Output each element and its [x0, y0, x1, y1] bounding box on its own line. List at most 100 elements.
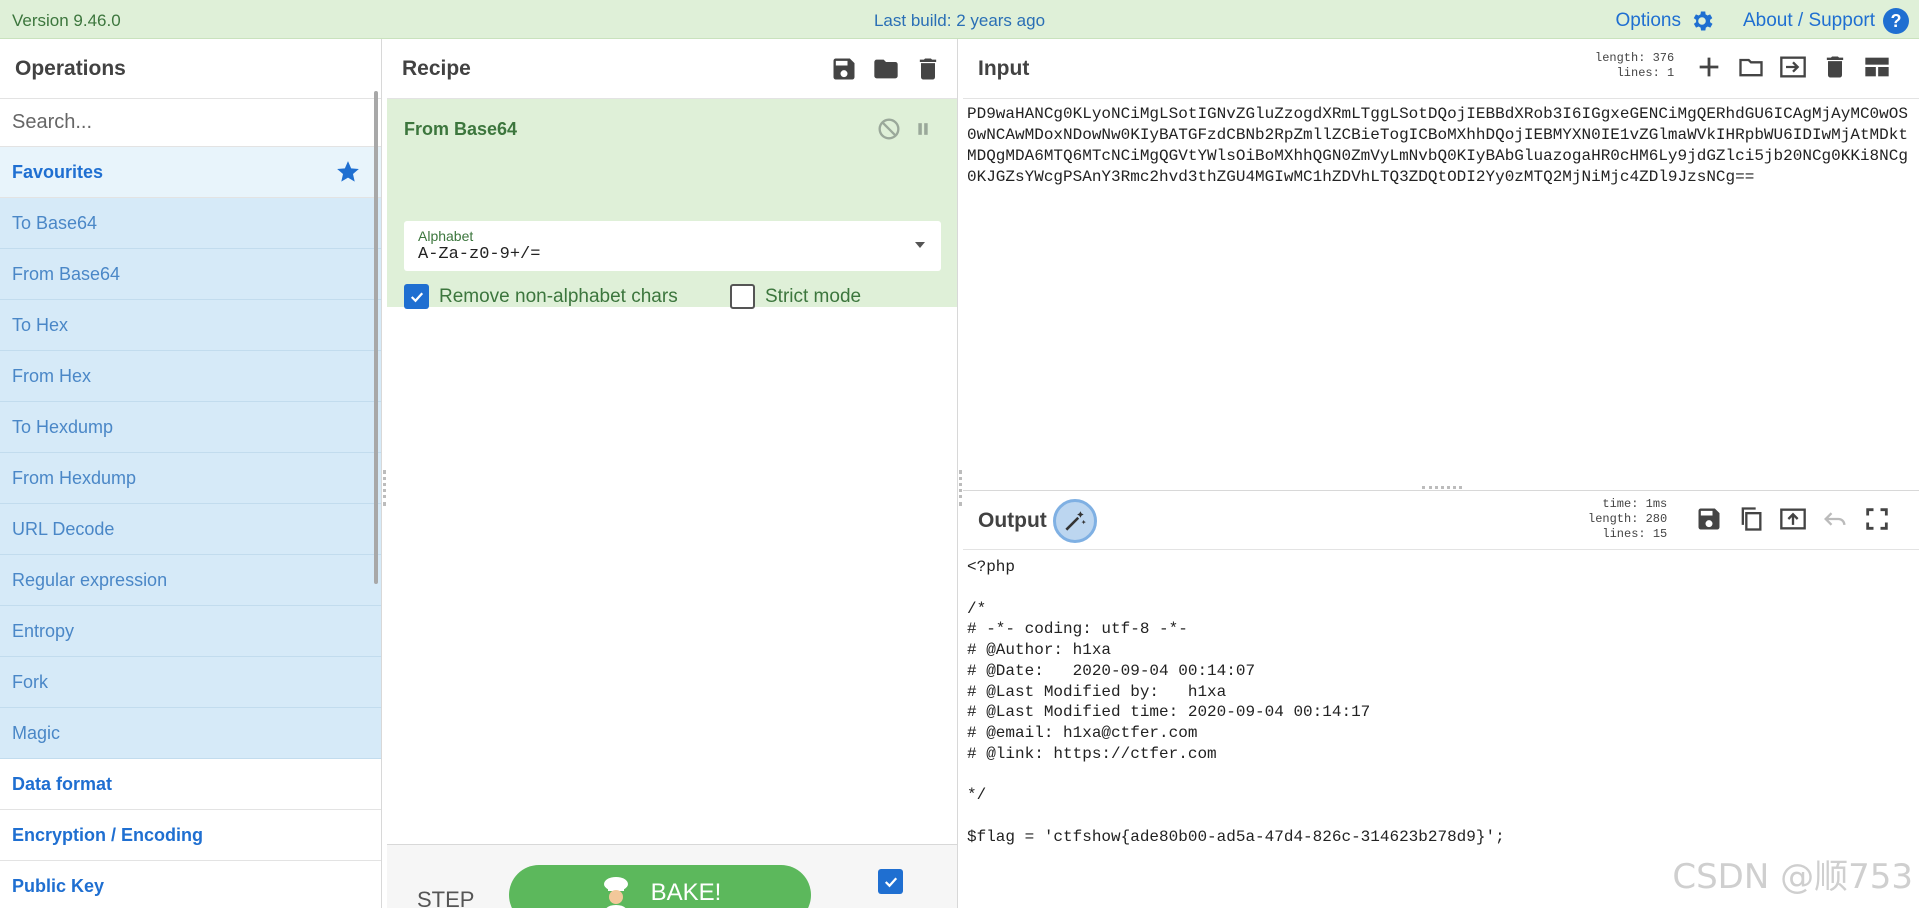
category-favourites[interactable]: Favourites: [0, 147, 381, 198]
clear-input-icon[interactable]: [1821, 53, 1849, 81]
category-label: Favourites: [12, 161, 104, 182]
operation-item[interactable]: Entropy: [0, 606, 381, 657]
input-lines: lines: 1: [1616, 66, 1675, 80]
category-data-format[interactable]: Data format: [0, 759, 381, 810]
open-file-icon[interactable]: [1779, 53, 1807, 81]
remove-nonalphabet-label: Remove non-alphabet chars: [439, 285, 678, 307]
alphabet-dropdown[interactable]: Alphabet A-Za-z0-9+/=: [404, 221, 941, 271]
output-lines: lines: 15: [1602, 527, 1668, 541]
layout-icon[interactable]: [1863, 53, 1891, 81]
operation-label: Fork: [12, 671, 48, 692]
help-icon[interactable]: ?: [1883, 8, 1909, 34]
operation-label: Regular expression: [12, 569, 168, 590]
recipe-title: Recipe: [402, 56, 471, 80]
operation-item[interactable]: To Hex: [0, 300, 381, 351]
category-label: Encryption / Encoding: [12, 824, 204, 845]
operation-label: From Hex: [12, 365, 92, 386]
column-resize-handle[interactable]: [959, 470, 962, 506]
operation-label: URL Decode: [12, 518, 115, 539]
io-resize-handle[interactable]: [1422, 486, 1462, 489]
watermark: CSDN @顺753: [1672, 857, 1913, 897]
pause-icon[interactable]: [909, 115, 937, 143]
input-title: Input: [978, 57, 1030, 80]
maximize-icon[interactable]: [1863, 505, 1891, 533]
disable-icon[interactable]: [875, 115, 903, 143]
operation-label: Magic: [12, 722, 61, 743]
strict-mode-label: Strict mode: [765, 285, 862, 307]
output-toolbar: [1695, 505, 1891, 533]
output-header: Output time: 1ms length: 280 lines: 15: [963, 490, 1919, 550]
input-length: length: 376: [1595, 51, 1675, 65]
operations-search-input[interactable]: [12, 111, 362, 134]
operations-title: Operations: [0, 39, 381, 99]
replace-input-icon[interactable]: [1779, 505, 1807, 533]
output-title: Output: [978, 509, 1047, 532]
auto-bake-checkbox[interactable]: [878, 869, 903, 894]
operation-label: To Hex: [12, 314, 69, 335]
operation-label: From Base64: [12, 263, 121, 284]
copy-icon[interactable]: [1737, 505, 1765, 533]
operation-item[interactable]: From Hex: [0, 351, 381, 402]
operations-scrollbar[interactable]: [374, 91, 378, 584]
io-panel: Input length: 376 lines: 1 PD9waHANCg0KL…: [963, 39, 1919, 908]
recipe-operation-name: From Base64: [404, 119, 518, 139]
options-link[interactable]: Options: [1615, 10, 1680, 32]
gear-icon[interactable]: [1689, 8, 1715, 34]
operation-item[interactable]: Magic: [0, 708, 381, 759]
recipe-panel: Recipe From Base64 Alphabet A-Za-z0-9+/=: [387, 39, 958, 908]
undo-icon[interactable]: [1821, 505, 1849, 533]
input-toolbar: [1695, 53, 1891, 81]
alphabet-value: A-Za-z0-9+/=: [418, 245, 541, 264]
input-header: Input length: 376 lines: 1: [963, 39, 1919, 99]
trash-icon[interactable]: [914, 55, 942, 83]
operations-search: [0, 99, 381, 147]
step-button[interactable]: STEP: [417, 887, 474, 908]
bake-button[interactable]: BAKE!: [509, 865, 811, 908]
operation-label: To Hexdump: [12, 416, 114, 437]
operations-panel: Operations Favourites To Base64 From Bas…: [0, 39, 382, 908]
open-folder-icon[interactable]: [1737, 53, 1765, 81]
save-icon[interactable]: [830, 55, 858, 83]
folder-icon[interactable]: [872, 55, 900, 83]
recipe-operation-card: From Base64 Alphabet A-Za-z0-9+/= Remove…: [387, 99, 957, 309]
operation-label: From Hexdump: [12, 467, 137, 488]
bake-label: BAKE!: [650, 879, 722, 906]
banner-links: Options About / Support ?: [1615, 8, 1909, 34]
output-stats: time: 1ms length: 280 lines: 15: [1588, 497, 1667, 542]
input-stats: length: 376 lines: 1: [1595, 51, 1674, 81]
operation-item[interactable]: URL Decode: [0, 504, 381, 555]
add-tab-icon[interactable]: [1695, 53, 1723, 81]
checkbox-unchecked-icon[interactable]: [730, 284, 755, 309]
recipe-controls: STEP BAKE!: [387, 844, 957, 908]
output-time: time: 1ms: [1602, 497, 1668, 511]
chef-icon: [603, 877, 628, 908]
category-encryption-encoding[interactable]: Encryption / Encoding: [0, 810, 381, 861]
output-textarea[interactable]: <?php /* # -*- coding: utf-8 -*- # @Auth…: [967, 557, 1917, 848]
recipe-header: Recipe: [387, 39, 957, 99]
operation-label: Entropy: [12, 620, 75, 641]
category-label: Public Key: [12, 875, 105, 896]
operation-item[interactable]: To Hexdump: [0, 402, 381, 453]
operation-label: To Base64: [12, 212, 98, 233]
strict-mode-checkbox[interactable]: Strict mode: [730, 284, 861, 309]
magic-wand-icon[interactable]: [1053, 499, 1097, 543]
remove-nonalphabet-checkbox[interactable]: Remove non-alphabet chars: [404, 284, 678, 309]
recipe-toolbar: [830, 55, 942, 83]
input-textarea[interactable]: PD9waHANCg0KLyoNCiMgLSotIGNvZGluZzogdXRm…: [967, 104, 1917, 188]
save-output-icon[interactable]: [1695, 505, 1723, 533]
operation-item[interactable]: Fork: [0, 657, 381, 708]
top-banner: Version 9.46.0 Last build: 2 years ago O…: [0, 0, 1919, 39]
column-resize-handle[interactable]: [383, 470, 386, 506]
operation-item[interactable]: From Hexdump: [0, 453, 381, 504]
operation-item[interactable]: From Base64: [0, 249, 381, 300]
star-icon[interactable]: [335, 159, 361, 185]
operation-item[interactable]: Regular expression: [0, 555, 381, 606]
chevron-down-icon[interactable]: [915, 242, 925, 248]
alphabet-label: Alphabet: [418, 228, 474, 244]
about-support-link[interactable]: About / Support: [1743, 10, 1875, 32]
output-length: length: 280: [1588, 512, 1668, 526]
operation-item[interactable]: To Base64: [0, 198, 381, 249]
checkbox-checked-icon[interactable]: [404, 284, 429, 309]
category-label: Data format: [12, 773, 113, 794]
category-public-key[interactable]: Public Key: [0, 861, 381, 908]
